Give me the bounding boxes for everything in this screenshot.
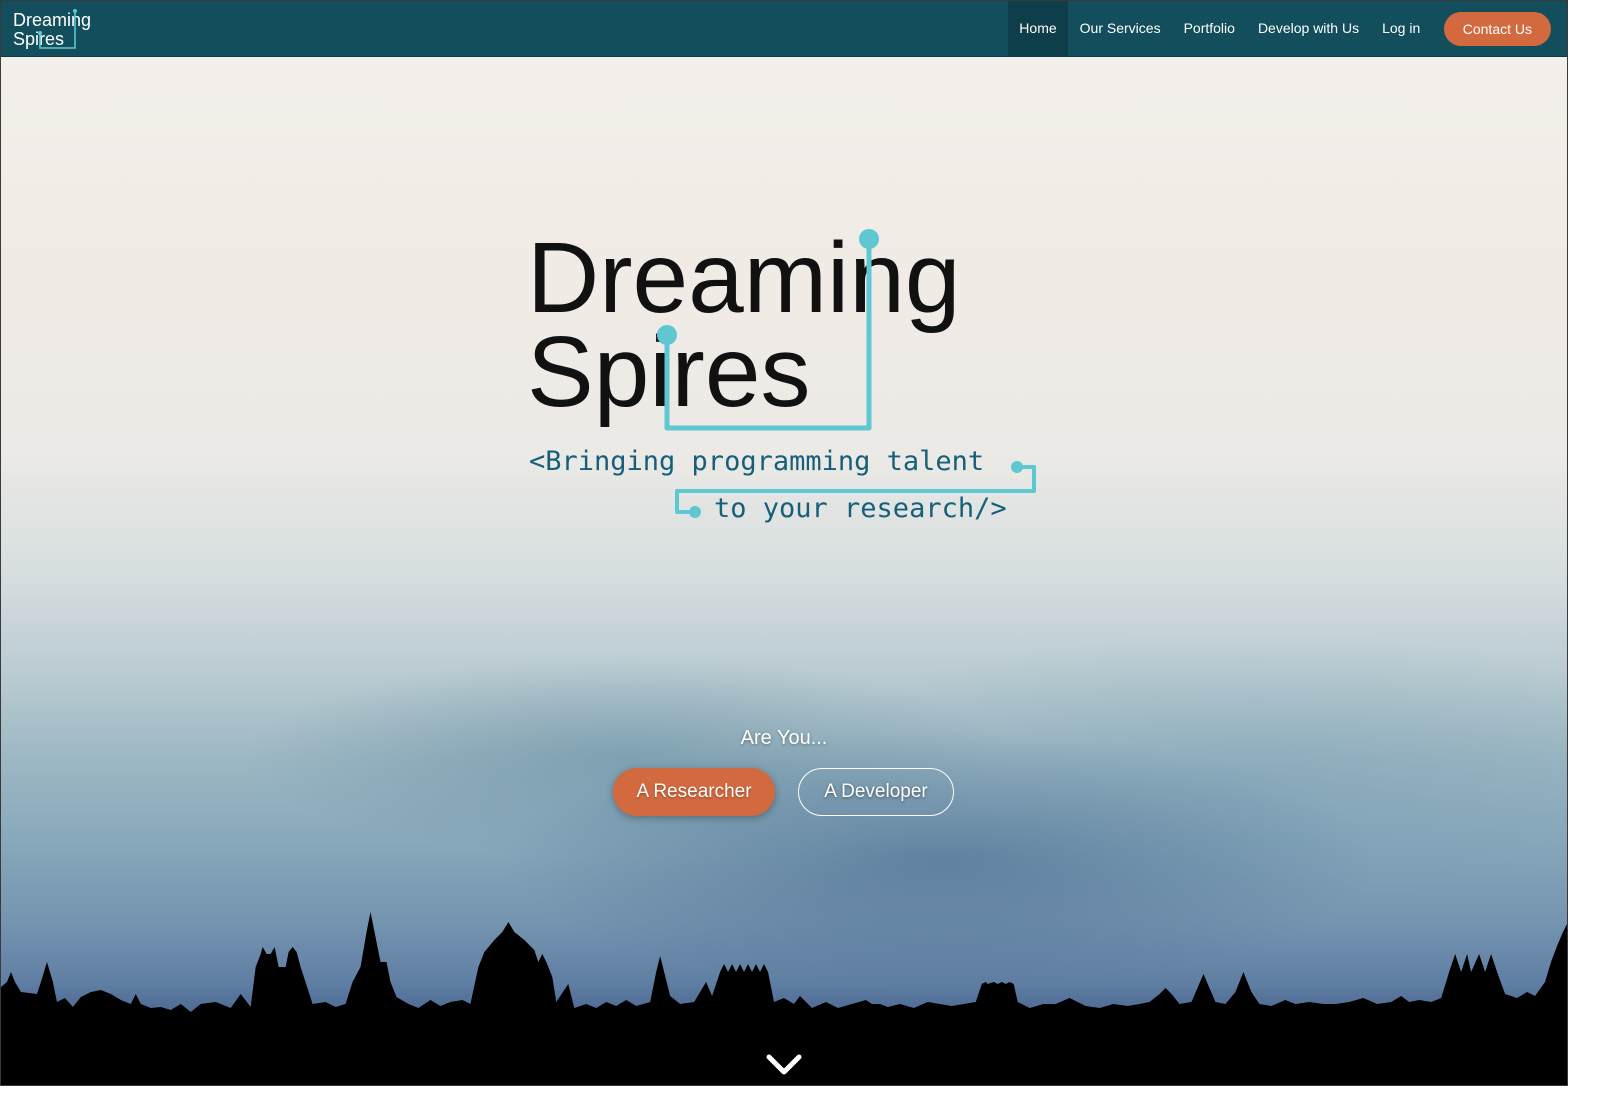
developer-button[interactable]: A Developer (798, 768, 954, 816)
chevron-down-icon[interactable] (765, 1053, 803, 1077)
browser-frame: Dreaming Spires Home Our Services Portfo… (0, 0, 1568, 1086)
nav-portfolio[interactable]: Portfolio (1172, 1, 1246, 56)
hero-section: Dreaming Spires <Bringing programming ta… (1, 57, 1567, 1085)
hero-logo: Dreaming Spires <Bringing programming ta… (527, 225, 1036, 524)
nav-log-in[interactable]: Log in (1371, 1, 1432, 56)
contact-us-button[interactable]: Contact Us (1443, 11, 1551, 46)
nav-home[interactable]: Home (1007, 1, 1069, 56)
researcher-button[interactable]: A Researcher (613, 768, 775, 816)
navbar: Dreaming Spires Home Our Services Portfo… (1, 1, 1567, 57)
tagline-line-2: to your research/> (714, 493, 1007, 524)
tagline-line-1: <Bringing programming talent (529, 446, 984, 477)
brand-logo[interactable]: Dreaming Spires (12, 7, 104, 51)
nav-our-services[interactable]: Our Services (1068, 1, 1172, 56)
are-you-label: Are You... (740, 727, 828, 749)
nav-menu: Home Our Services Portfolio Develop with… (1007, 1, 1551, 56)
nav-develop-with-us[interactable]: Develop with Us (1246, 1, 1370, 56)
svg-text:Dreaming: Dreaming (13, 10, 91, 30)
